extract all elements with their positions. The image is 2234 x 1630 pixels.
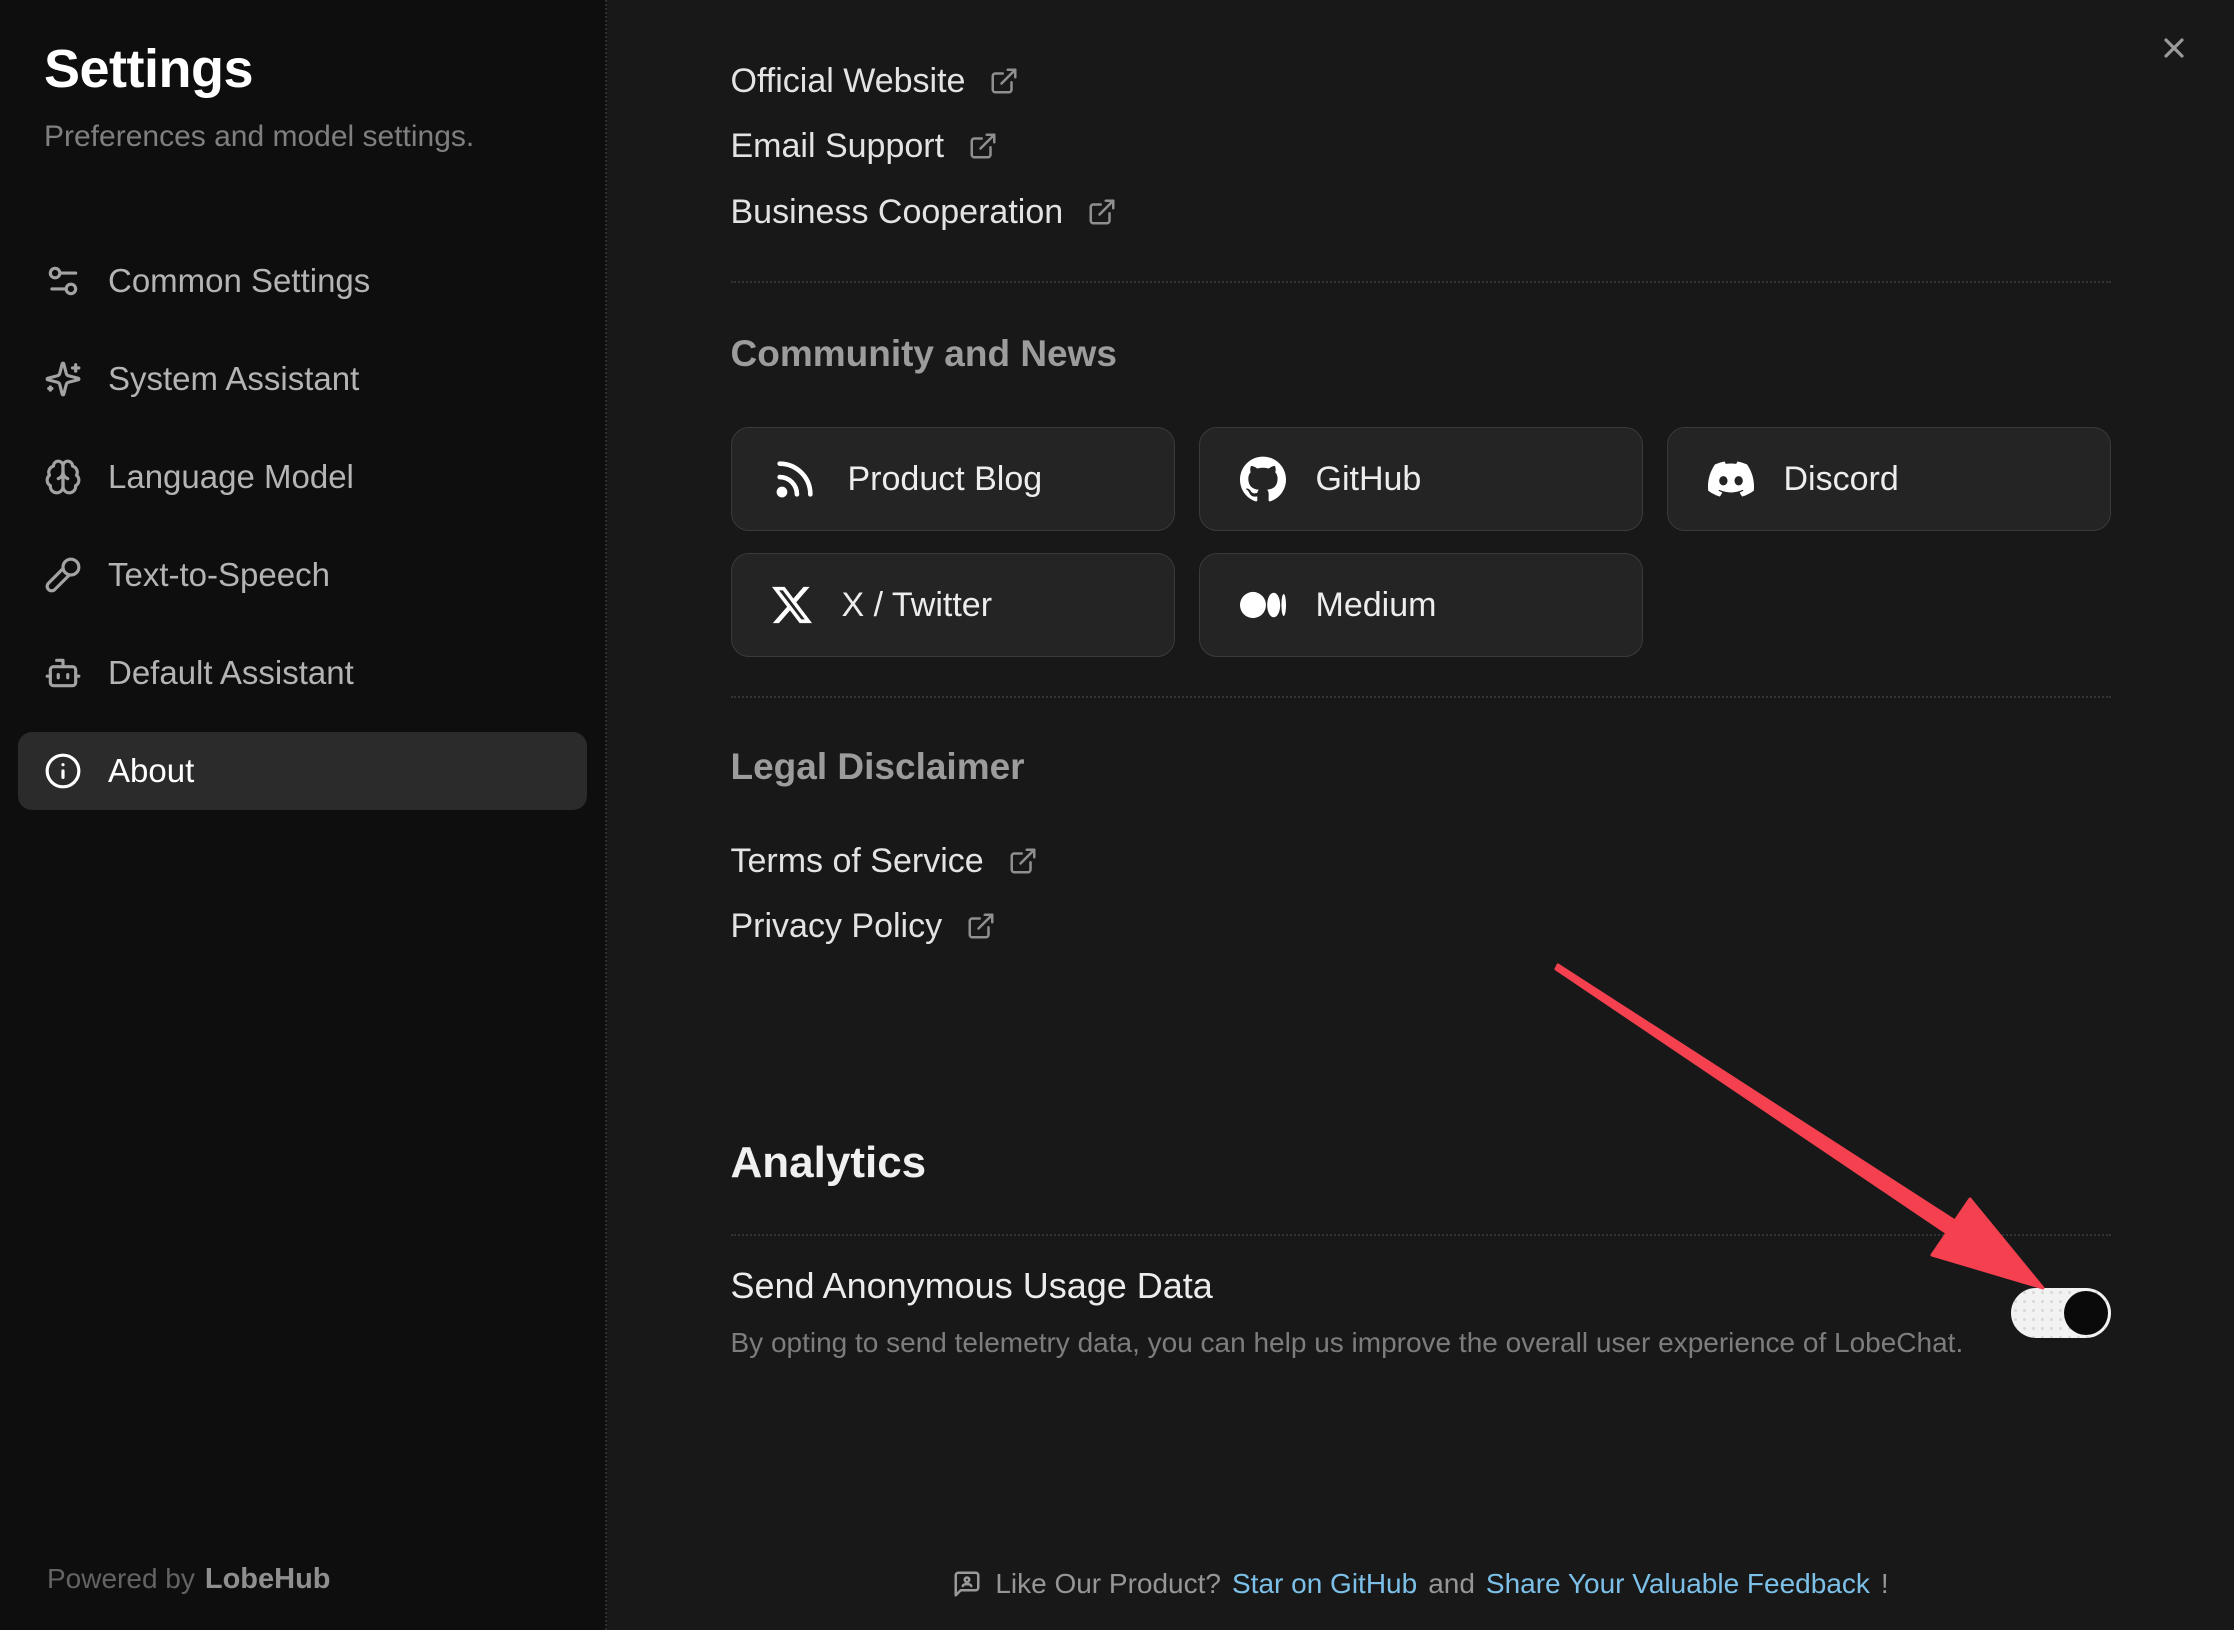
- sidebar-item-text-to-speech[interactable]: Text-to-Speech: [18, 536, 587, 614]
- sidebar-item-language-model[interactable]: Language Model: [18, 438, 587, 516]
- powered-by: Powered by LobeHub: [47, 1563, 331, 1596]
- section-divider: [731, 281, 2111, 283]
- footer-prefix: Like Our Product?: [995, 1568, 1221, 1600]
- about-panel: Contact Us Official Website Email Suppor…: [607, 0, 2234, 1630]
- toggle-knob: [2064, 1291, 2108, 1335]
- star-on-github-link[interactable]: Star on GitHub: [1232, 1568, 1417, 1600]
- sidebar-item-default-assistant[interactable]: Default Assistant: [18, 634, 587, 712]
- settings-nav: Common Settings System Assistant Languag…: [18, 242, 587, 810]
- usage-data-toggle[interactable]: [2011, 1288, 2111, 1338]
- sidebar-item-label: Language Model: [108, 458, 354, 496]
- sidebar-item-label: Text-to-Speech: [108, 556, 330, 594]
- button-label: Discord: [1784, 460, 1899, 499]
- button-label: Product Blog: [848, 460, 1043, 499]
- feedback-message-icon: [952, 1569, 982, 1599]
- footer-conjunction: and: [1428, 1568, 1475, 1600]
- link-label: Terms of Service: [731, 838, 984, 884]
- setting-meta: Send Anonymous Usage Data By opting to s…: [731, 1263, 1964, 1363]
- section-divider: [731, 696, 2111, 698]
- button-label: GitHub: [1316, 460, 1422, 499]
- powered-by-text: Powered by: [47, 1563, 195, 1594]
- link-label: Privacy Policy: [731, 903, 943, 949]
- link-label: Official Website: [731, 58, 966, 104]
- lobehub-brand: LobeHub: [205, 1563, 331, 1595]
- brain-icon: [44, 458, 82, 496]
- button-label: X / Twitter: [842, 586, 993, 625]
- bot-icon: [44, 654, 82, 692]
- medium-icon: [1240, 582, 1286, 628]
- privacy-policy-link[interactable]: Privacy Policy: [731, 903, 997, 949]
- info-icon: [44, 752, 82, 790]
- close-icon: [2158, 32, 2190, 64]
- external-link-icon: [966, 911, 996, 941]
- external-link-icon: [989, 66, 1019, 96]
- page-subtitle: Preferences and model settings.: [44, 120, 561, 154]
- settings-sliders-icon: [44, 262, 82, 300]
- sidebar-item-label: Common Settings: [108, 262, 370, 300]
- share-feedback-link[interactable]: Share Your Valuable Feedback: [1486, 1568, 1870, 1600]
- sidebar-item-label: System Assistant: [108, 360, 359, 398]
- link-label: Business Cooperation: [731, 189, 1064, 235]
- link-label: Email Support: [731, 123, 945, 169]
- email-support-link[interactable]: Email Support: [731, 123, 999, 169]
- mic-vocal-icon: [44, 556, 82, 594]
- github-button[interactable]: GitHub: [1199, 427, 1643, 531]
- sidebar-item-about[interactable]: About: [18, 732, 587, 810]
- discord-icon: [1708, 456, 1754, 502]
- section-divider: [731, 1234, 2111, 1236]
- external-link-icon: [1008, 846, 1038, 876]
- sidebar-item-label: About: [108, 752, 194, 790]
- terms-of-service-link[interactable]: Terms of Service: [731, 838, 1038, 884]
- settings-sidebar: Settings Preferences and model settings.…: [0, 0, 607, 1630]
- medium-button[interactable]: Medium: [1199, 553, 1643, 657]
- external-link-icon: [1087, 197, 1117, 227]
- about-content: Contact Us Official Website Email Suppor…: [731, 0, 2111, 1630]
- github-icon: [1240, 456, 1286, 502]
- footer-banner: Like Our Product? Star on GitHub and Sha…: [607, 1568, 2234, 1600]
- discord-button[interactable]: Discord: [1667, 427, 2111, 531]
- button-label: Medium: [1316, 586, 1437, 625]
- external-link-icon: [968, 131, 998, 161]
- business-cooperation-link[interactable]: Business Cooperation: [731, 189, 1118, 235]
- sidebar-item-label: Default Assistant: [108, 654, 354, 692]
- setting-label: Send Anonymous Usage Data: [731, 1263, 1964, 1309]
- x-twitter-icon: [772, 585, 812, 625]
- sparkles-icon: [44, 360, 82, 398]
- sidebar-item-common-settings[interactable]: Common Settings: [18, 242, 587, 320]
- setting-description: By opting to send telemetry data, you ca…: [731, 1323, 1964, 1363]
- rss-icon: [772, 456, 818, 502]
- product-blog-button[interactable]: Product Blog: [731, 427, 1175, 531]
- footer-suffix: !: [1881, 1568, 1889, 1600]
- section-title-contact: Contact Us: [731, 0, 2111, 8]
- section-title-community: Community and News: [731, 331, 2111, 377]
- section-title-analytics: Analytics: [731, 1137, 2111, 1189]
- official-website-link[interactable]: Official Website: [731, 58, 1020, 104]
- section-title-legal: Legal Disclaimer: [731, 744, 2111, 790]
- analytics-setting-row: Send Anonymous Usage Data By opting to s…: [731, 1263, 2111, 1363]
- close-button[interactable]: [2152, 26, 2196, 70]
- page-title: Settings: [44, 38, 561, 100]
- community-buttons: Product Blog GitHub Discord X / Twitter: [731, 427, 2111, 657]
- x-twitter-button[interactable]: X / Twitter: [731, 553, 1175, 657]
- sidebar-item-system-assistant[interactable]: System Assistant: [18, 340, 587, 418]
